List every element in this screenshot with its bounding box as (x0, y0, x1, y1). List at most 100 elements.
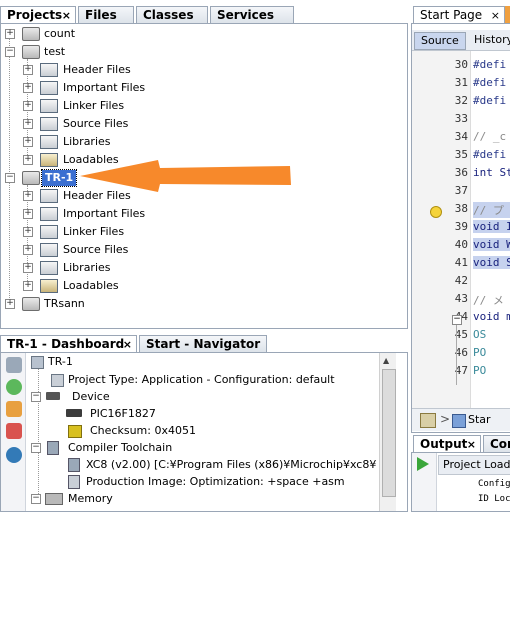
tree-item-header-files[interactable]: + Header Files (1, 61, 401, 79)
tab-projects[interactable]: Projects × (0, 6, 76, 23)
code-line[interactable]: PO (473, 346, 486, 359)
code-line[interactable]: void I (473, 220, 510, 233)
expand-icon[interactable]: + (23, 245, 33, 255)
code-line[interactable]: void S (473, 256, 510, 269)
close-icon[interactable]: × (123, 336, 132, 353)
tree-item-label: Header Files (63, 63, 131, 76)
code-line[interactable]: int St (473, 166, 510, 179)
tab-services[interactable]: Services (210, 6, 294, 23)
tab-classes[interactable]: Classes (136, 6, 208, 23)
rerun-icon[interactable] (417, 457, 429, 471)
folder-icon (40, 279, 58, 293)
dashboard-row-label: Project Type: Application - Configuratio… (68, 373, 335, 386)
tab-services-label: Services (217, 8, 275, 22)
tree-item-loadables[interactable]: + Loadables (1, 277, 401, 295)
line-number: 40 (454, 238, 468, 251)
line-number: 45 (454, 328, 468, 341)
code-line[interactable]: PO (473, 364, 486, 377)
collapse-icon[interactable]: − (5, 47, 15, 57)
line-number: 41 (454, 256, 468, 269)
tree-item-source-files[interactable]: + Source Files (1, 115, 401, 133)
folder-icon (40, 117, 58, 131)
tree-item-trsann[interactable]: + TRsann (1, 295, 401, 313)
lightbulb-icon[interactable] (430, 206, 442, 218)
tree-item-linker-files[interactable]: + Linker Files (1, 223, 401, 241)
folder-icon (40, 225, 58, 239)
expand-icon[interactable]: + (23, 227, 33, 237)
code-line[interactable]: #defi (473, 94, 506, 107)
tree-item-source-files[interactable]: + Source Files (1, 241, 401, 259)
tree-item-count[interactable]: + count (1, 25, 401, 43)
tab-source[interactable]: Source (414, 32, 466, 50)
tree-item-label: TRsann (44, 297, 85, 310)
tree-item-label: Source Files (63, 243, 129, 256)
dashboard-row-xc8[interactable]: XC8 (v2.00) [C:¥Program Files (x86)¥Micr… (66, 456, 376, 473)
file-icon (420, 413, 436, 428)
tab-files[interactable]: Files (78, 6, 134, 23)
line-number: 30 (454, 58, 468, 71)
close-icon[interactable]: × (491, 7, 500, 24)
expand-icon[interactable]: + (23, 281, 33, 291)
code-line[interactable]: void W (473, 238, 510, 251)
chevron-right-icon[interactable]: > (440, 412, 450, 426)
code-line[interactable]: // プ (473, 202, 510, 218)
tree-item-important-files[interactable]: + Important Files (1, 205, 401, 223)
expand-icon[interactable]: + (23, 119, 33, 129)
settings-icon[interactable] (6, 357, 22, 373)
code-line[interactable]: #defi (473, 58, 506, 71)
info-icon (51, 374, 64, 387)
tab-start-page[interactable]: Start Page × (413, 6, 505, 23)
breadcrumb-label[interactable]: Star (468, 413, 491, 426)
collapse-icon[interactable]: − (31, 443, 41, 453)
close-icon[interactable]: × (467, 436, 476, 453)
expand-icon[interactable]: + (5, 299, 15, 309)
help-icon[interactable] (6, 447, 22, 463)
memory-icon[interactable] (6, 401, 22, 417)
pdf-icon[interactable] (6, 423, 22, 439)
tree-item-linker-files[interactable]: + Linker Files (1, 97, 401, 115)
tree-item-label: TR-1 (40, 169, 78, 187)
close-icon[interactable]: × (62, 7, 71, 24)
scrollbar-thumb[interactable] (382, 369, 396, 497)
collapse-icon[interactable]: − (31, 494, 41, 504)
code-line[interactable]: void m (473, 310, 510, 323)
expand-icon[interactable]: + (23, 137, 33, 147)
expand-icon[interactable]: + (23, 83, 33, 93)
tree-item-libraries[interactable]: + Libraries (1, 259, 401, 277)
tree-item-important-files[interactable]: + Important Files (1, 79, 401, 97)
expand-icon[interactable]: + (23, 263, 33, 273)
expand-icon[interactable]: + (5, 29, 15, 39)
scroll-up-icon[interactable]: ▲ (383, 356, 389, 365)
tree-item-libraries[interactable]: + Libraries (1, 133, 401, 151)
code-line[interactable]: // _c (473, 130, 506, 143)
code-line[interactable]: #defi (473, 148, 506, 161)
collapse-icon[interactable]: − (31, 392, 41, 402)
code-line[interactable]: #defi (473, 76, 506, 89)
tree-item-label: Important Files (63, 81, 146, 94)
tab-navigator[interactable]: Start - Navigator (139, 335, 267, 352)
fold-collapse-icon[interactable]: − (452, 315, 462, 325)
expand-icon[interactable]: + (23, 101, 33, 111)
line-number: 43 (454, 292, 468, 305)
expand-icon[interactable]: + (23, 191, 33, 201)
output-subtab[interactable]: Project Loadin (438, 455, 510, 475)
dashboard-row-label: Checksum: 0x4051 (90, 424, 196, 437)
tab-history[interactable]: History (472, 32, 510, 48)
expand-icon[interactable]: + (23, 209, 33, 219)
tab-overflow-indicator (505, 6, 510, 23)
folder-icon (40, 261, 58, 275)
line-number: 33 (454, 112, 468, 125)
tab-dashboard[interactable]: TR-1 - Dashboard × (0, 335, 137, 352)
code-line[interactable]: OS (473, 328, 486, 341)
refresh-icon[interactable] (6, 379, 22, 395)
tree-item-test[interactable]: − test (1, 43, 401, 61)
expand-icon[interactable]: + (23, 155, 33, 165)
tree-item-label: test (44, 45, 66, 58)
tab-output[interactable]: Output × (413, 435, 481, 452)
expand-icon[interactable]: + (23, 65, 33, 75)
collapse-icon[interactable]: − (5, 173, 15, 183)
tab-console[interactable]: Con (483, 435, 510, 452)
code-line[interactable]: // メ (473, 292, 504, 308)
dashboard-scrollbar[interactable]: ▲ (379, 353, 396, 511)
editor-subtab-bar: Source History (412, 30, 510, 51)
